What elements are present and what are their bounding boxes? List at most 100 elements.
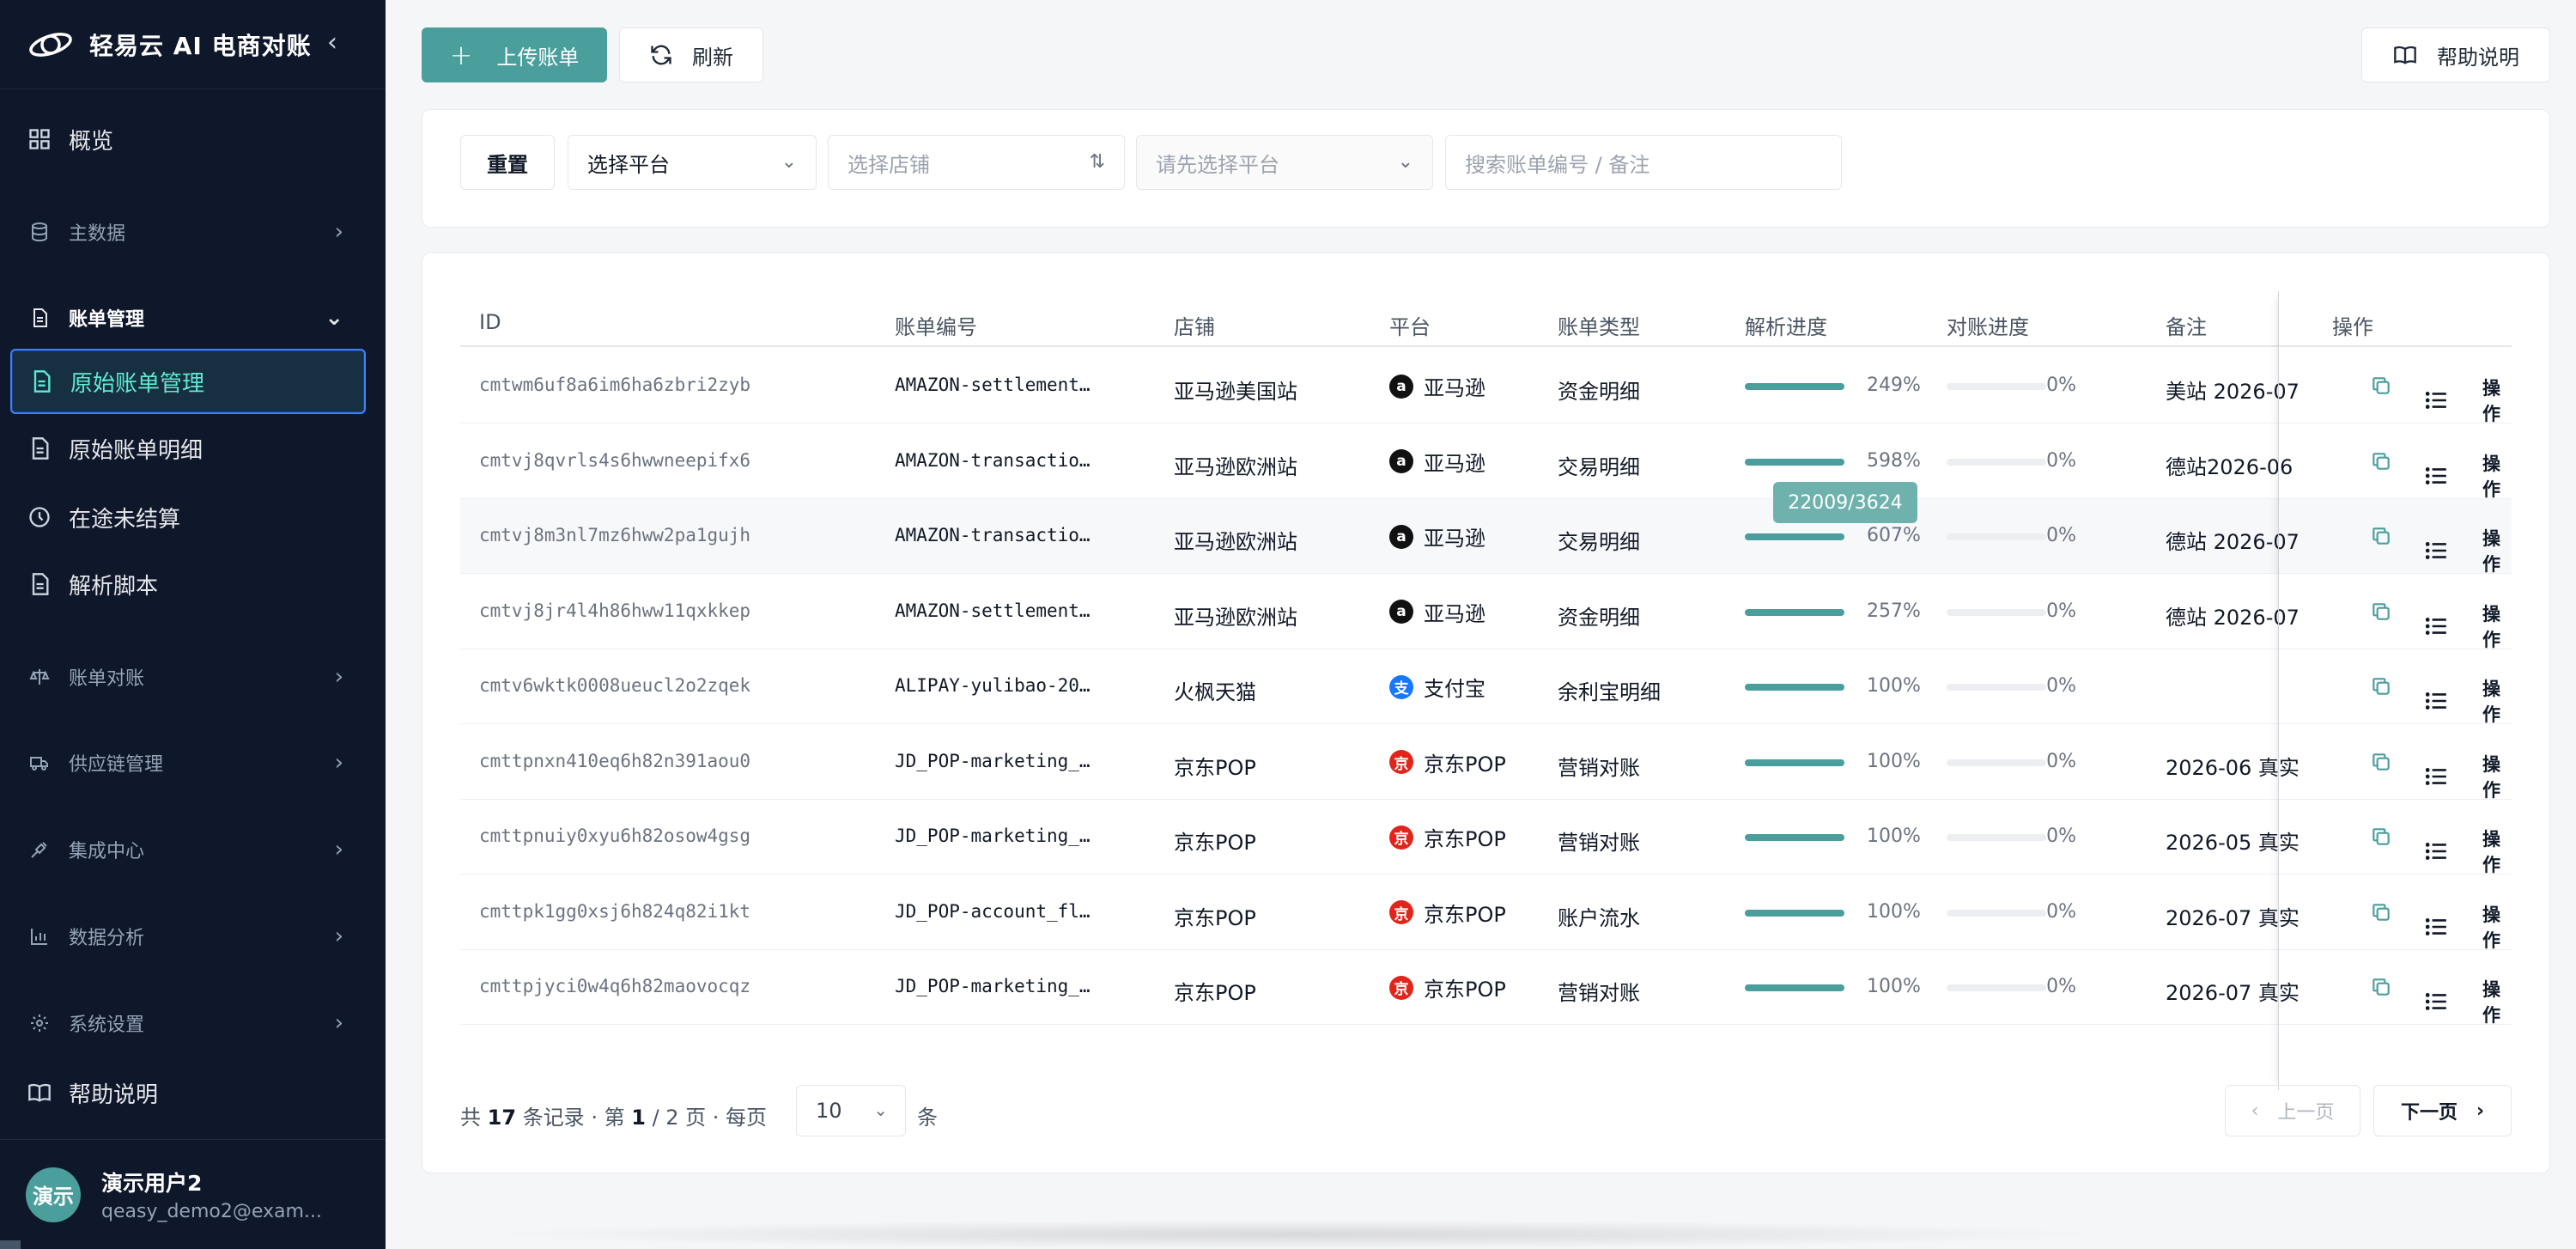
pg-mid: 条记录 · 第 xyxy=(522,1106,625,1130)
upload-button[interactable]: + 上传账单 xyxy=(422,27,607,82)
cell-id: cmtvj8qvrls4s6hwwneepifx6 xyxy=(479,449,751,471)
cell-platform-label: 支付宝 xyxy=(1424,677,1485,701)
parse-progress-bar xyxy=(1745,834,1844,841)
amazon-logo-icon: a xyxy=(1389,600,1413,624)
page-size-select[interactable]: 10 ⌄ xyxy=(796,1085,906,1136)
cell-id: cmtvj8m3nl7mz6hww2pa1gujh xyxy=(479,525,751,545)
user-profile[interactable]: 演示 演示用户2 qeasy_demo2@exam... xyxy=(0,1139,386,1249)
cell-platform: 支支付宝 xyxy=(1389,672,1485,702)
nav-in-transit[interactable]: 在途未结算 xyxy=(10,486,366,548)
jd-logo-icon: 京 xyxy=(1389,825,1413,850)
refresh-button[interactable]: 刷新 xyxy=(619,27,763,82)
plug-icon xyxy=(27,838,52,862)
chevron-left-icon: ‹ xyxy=(2251,1100,2259,1122)
brand: 轻易云 AI 电商对账 ‹ xyxy=(0,0,386,89)
cell-platform-label: 京东POP xyxy=(1424,978,1506,1002)
book-icon xyxy=(2394,46,2416,64)
bottom-shadow xyxy=(481,1220,2112,1249)
reset-button[interactable]: 重置 xyxy=(460,135,555,190)
table-row[interactable]: cmttpjyci0w4q6h82maovocqz JD_POP-marketin… xyxy=(460,950,2512,1026)
cell-shop: 亚马逊欧洲站 xyxy=(1174,454,1297,479)
nav-integration[interactable]: 集成中心 › xyxy=(10,819,366,880)
nav-raw-details[interactable]: 原始账单明细 xyxy=(10,417,366,479)
cell-shop: 火枫天猫 xyxy=(1174,680,1256,704)
cell-platform-label: 京东POP xyxy=(1424,752,1506,777)
ops-column-divider xyxy=(2278,291,2474,1090)
grid-icon xyxy=(27,127,52,151)
cell-id: cmttpjyci0w4q6h82maovocqz xyxy=(479,976,751,996)
table-row[interactable]: cmtvj8qvrls4s6hwwneepifx6 AMAZON-transact… xyxy=(460,424,2512,500)
table-row[interactable]: cmttpnuiy0xyu6h82osow4gsg JD_POP-marketin… xyxy=(460,800,2512,875)
cell-bill-no: ALIPAY-yulibao-20… xyxy=(895,675,1091,696)
platform-select[interactable]: 选择平台 ⌄ xyxy=(568,135,817,190)
chevron-left-icon[interactable]: ‹ xyxy=(327,27,337,58)
pg-prefix: 共 xyxy=(460,1106,481,1130)
parse-progress-fill xyxy=(1745,909,1844,917)
file-icon xyxy=(27,306,52,330)
sub-select[interactable]: 请先选择平台 ⌄ xyxy=(1136,135,1433,190)
cell-platform-label: 亚马逊 xyxy=(1424,451,1485,476)
table-row[interactable]: cmtvj8jr4l4h86hww11qxkkep AMAZON-settleme… xyxy=(460,575,2512,650)
brand-logo-icon xyxy=(29,32,72,57)
search-input[interactable]: 搜索账单编号 / 备注 xyxy=(1445,135,1842,190)
cell-parse-pct: 100% xyxy=(1867,976,1921,997)
cell-platform-label: 亚马逊 xyxy=(1424,601,1485,626)
nav-parse-script[interactable]: 解析脚本 xyxy=(10,553,366,615)
nav-parse-script-label: 解析脚本 xyxy=(69,573,159,600)
cell-parse-pct: 100% xyxy=(1867,900,1921,923)
next-page-button[interactable]: 下一页 › xyxy=(2373,1085,2512,1136)
cell-reconcile-pct: 0% xyxy=(2046,750,2076,772)
cell-type: 交易明细 xyxy=(1558,530,1640,554)
jd-logo-icon: 京 xyxy=(1389,975,1413,1000)
table-row[interactable]: cmtwm6uf8a6im6ha6zbri2zyb AMAZON-settleme… xyxy=(460,349,2512,424)
filter-bar: 重置 选择平台 ⌄ 选择店铺 ⇅ 请先选择平台 ⌄ 搜索账单编号 / 备注 xyxy=(422,109,2550,228)
cell-reconcile-pct: 0% xyxy=(2046,525,2076,546)
prev-page-button[interactable]: ‹ 上一页 xyxy=(2225,1085,2360,1136)
cell-platform: a 亚马逊 xyxy=(1389,371,1485,401)
cell-shop: 京东POP xyxy=(1174,755,1256,780)
sidebar: 轻易云 AI 电商对账 ‹ 概览 主数据 › 账单管理 ⌄ 原始账单管理 原始账… xyxy=(0,0,386,1249)
cell-parse-pct: 598% xyxy=(1867,449,1921,472)
table-row[interactable]: cmtvj8m3nl7mz6hww2pa1gujh AMAZON-transact… xyxy=(460,499,2512,575)
table-row[interactable]: cmttpnxn410eq6h82n391aou0 JD_POP-marketin… xyxy=(460,725,2512,801)
table-row[interactable]: cmtv6wktk0008ueucl2o2zqek ALIPAY-yulibao-… xyxy=(460,649,2512,725)
cell-platform: 京京东POP xyxy=(1389,898,1506,928)
th-type: 账单类型 xyxy=(1558,315,1640,339)
shop-select[interactable]: 选择店铺 ⇅ xyxy=(828,135,1125,190)
nav-bill-mgmt-label: 账单管理 xyxy=(69,309,145,331)
gear-icon xyxy=(27,1011,52,1035)
cell-bill-no: AMAZON-transactio… xyxy=(895,449,1091,471)
nav-settings[interactable]: 系统设置 › xyxy=(10,992,366,1054)
cell-shop: 京东POP xyxy=(1174,905,1256,930)
row-actions-label: 操作 xyxy=(2482,603,2500,650)
nav-reconcile[interactable]: 账单对账 › xyxy=(10,646,366,708)
parse-progress-bar xyxy=(1745,684,1844,691)
parse-progress-fill xyxy=(1745,608,1844,616)
brand-title: 轻易云 AI 电商对账 xyxy=(89,31,312,60)
nav-help[interactable]: 帮助说明 xyxy=(10,1062,366,1124)
th-shop: 店铺 xyxy=(1174,315,1215,339)
nav-master-data[interactable]: 主数据 › xyxy=(10,201,366,263)
nav-analytics[interactable]: 数据分析 › xyxy=(10,905,366,967)
chevron-right-icon: › xyxy=(334,1010,343,1036)
nav-supply-chain-label: 供应链管理 xyxy=(69,754,164,776)
help-button[interactable]: 帮助说明 xyxy=(2361,27,2550,82)
table-row[interactable]: cmttpk1gg0xsj6h824q82i1kt JD_POP-account_… xyxy=(460,875,2512,951)
nav-overview[interactable]: 概览 xyxy=(10,108,366,170)
pg-of: / 2 页 · 每页 xyxy=(652,1106,768,1130)
nav-raw-bills[interactable]: 原始账单管理 xyxy=(10,349,366,414)
platform-select-value: 选择平台 xyxy=(587,152,670,177)
parse-progress-bar xyxy=(1745,909,1844,917)
parse-progress-bar xyxy=(1745,984,1844,991)
nav-settings-label: 系统设置 xyxy=(69,1014,145,1036)
chevron-down-icon: ⌄ xyxy=(873,1100,888,1120)
scale-icon xyxy=(27,665,52,689)
cell-type: 营销对账 xyxy=(1558,981,1640,1005)
cell-platform: a 亚马逊 xyxy=(1389,521,1485,551)
cell-shop: 京东POP xyxy=(1174,981,1256,1005)
nav-bill-mgmt[interactable]: 账单管理 ⌄ xyxy=(10,287,366,349)
nav-supply-chain[interactable]: 供应链管理 › xyxy=(10,732,366,794)
parse-progress-fill xyxy=(1745,684,1844,691)
nav-in-transit-label: 在途未结算 xyxy=(69,506,181,533)
cell-shop: 亚马逊美国站 xyxy=(1174,380,1297,404)
